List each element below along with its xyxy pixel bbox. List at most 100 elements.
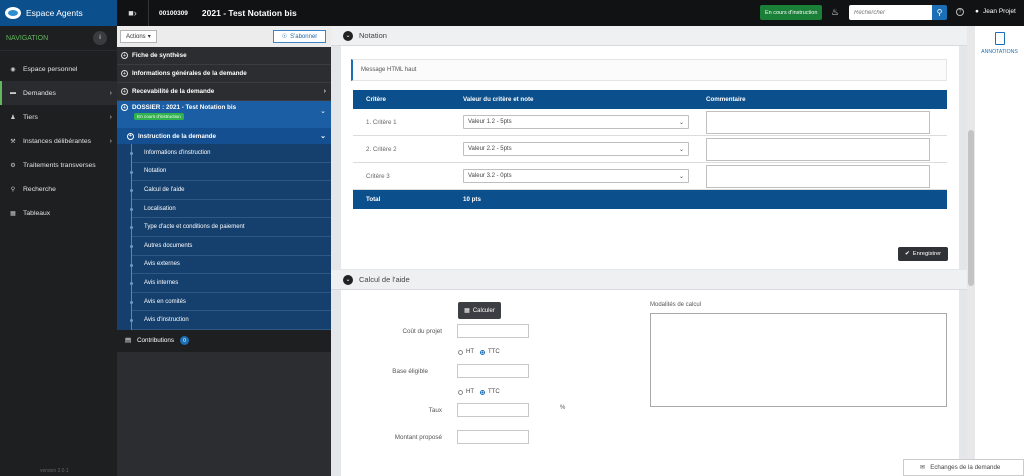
valeur-select[interactable]: Valeur 1.2 - 5pts ⌄ (463, 115, 689, 129)
dossier-title: 2021 - Test Notation bis (201, 8, 297, 18)
sub-item-avis-instruction[interactable]: Avis d'instruction (130, 311, 331, 330)
nav-item-label: Traitements transverses (23, 161, 96, 169)
subscribe-label: S'abonner (290, 33, 318, 40)
chevron-down-icon: ⌄ (320, 133, 326, 140)
calcul-title: Calcul de l'aide (359, 275, 410, 284)
tree-toolbar: Actions ▾ ☉ S'abonner (117, 26, 331, 47)
ttc-radio[interactable] (480, 389, 485, 395)
comment-textarea[interactable] (706, 137, 930, 161)
scroll-thumb[interactable] (968, 130, 974, 286)
chevron-down-icon: ⌄ (320, 108, 326, 115)
calcul-header[interactable]: ⌄ Calcul de l'aide (331, 270, 967, 290)
nav-item-espace-personnel[interactable]: ◉ Espace personnel (0, 57, 117, 81)
tree-item-instruction[interactable]: + Instruction de la demande ⌄ (117, 128, 331, 144)
cout-projet-input[interactable] (457, 324, 529, 338)
sub-item-informations-instruction[interactable]: Informations d'instruction (130, 144, 331, 163)
nav-item-demandes[interactable]: ▬ Demandes › (0, 81, 117, 105)
subscribe-button[interactable]: ☉ S'abonner (273, 30, 326, 43)
nav-item-traitements[interactable]: ⚙ Traitements transverses (0, 153, 117, 177)
plus-circle-icon: + (121, 88, 128, 95)
nav-item-recherche[interactable]: ⚲ Recherche (0, 177, 117, 201)
tree-item-label: Recevabilité de la demande (132, 88, 215, 95)
tree-item-informations-generales[interactable]: + Informations générales de la demande (117, 65, 331, 83)
nav-item-label: Recherche (23, 185, 56, 193)
sub-item-avis-externes[interactable]: Avis externes (130, 256, 331, 275)
comments-icon: ▤ (125, 337, 131, 345)
critere-label: Critère 3 (366, 172, 390, 180)
modalites-textarea[interactable] (650, 313, 947, 407)
brand-name: Espace Agents (26, 8, 83, 18)
sub-item-autres-documents[interactable]: Autres documents (130, 237, 331, 256)
search-button[interactable]: ⚲ (932, 5, 947, 20)
plus-circle-icon: + (127, 132, 134, 140)
folder-icon[interactable]: ■› (117, 0, 149, 26)
taux-input[interactable] (457, 403, 529, 417)
base-eligible-input[interactable] (457, 364, 529, 378)
ht-radio[interactable] (458, 349, 463, 355)
search-input[interactable] (849, 5, 932, 20)
chevron-down-icon: ⌄ (678, 119, 684, 126)
main-scrollbar[interactable] (967, 26, 975, 476)
montant-propose-input[interactable] (457, 430, 529, 444)
users-icon: ♟ (10, 114, 16, 121)
base-eligible-label: Base éligible (392, 368, 428, 375)
tree-item-label: Fiche de synthèse (132, 52, 187, 59)
comment-textarea[interactable] (706, 110, 930, 134)
valeur-select[interactable]: Valeur 3.2 - 0pts ⌄ (463, 169, 689, 183)
actions-label: Actions (126, 33, 146, 40)
calculate-button[interactable]: ▦ Calculer (458, 302, 501, 319)
sub-item-localisation[interactable]: Localisation (130, 200, 331, 219)
status-button[interactable]: En cours d'instruction (760, 5, 823, 20)
nav-item-tableaux[interactable]: ▦ Tableaux (0, 201, 117, 225)
info-icon[interactable]: i (93, 31, 107, 45)
taux-label: Taux (428, 407, 442, 414)
user-menu[interactable]: ● Jean Projet (975, 8, 1016, 15)
tree-item-dossier[interactable]: + DOSSIER : 2021 - Test Notation bis En … (117, 101, 331, 128)
document-icon (995, 32, 1005, 45)
chevron-down-icon: ⌄ (678, 173, 684, 180)
brand[interactable]: Espace Agents (0, 0, 117, 26)
dossier-tree: Actions ▾ ☉ S'abonner + Fiche de synthès… (117, 26, 331, 476)
chevron-right-icon: › (109, 89, 112, 97)
table-row: 1. Critère 1 Valeur 1.2 - 5pts ⌄ (353, 109, 947, 136)
bell-icon[interactable]: ♨ (831, 7, 839, 18)
comment-textarea[interactable] (706, 164, 930, 188)
save-button[interactable]: ✔ Enregistrer (898, 247, 948, 261)
select-value: Valeur 3.2 - 0pts (468, 173, 512, 179)
sub-item-calcul-aide[interactable]: Calcul de l'aide (130, 181, 331, 200)
radio-label: TTC (488, 349, 500, 355)
version-footer: version 2.0.1 (40, 468, 69, 474)
ttc-radio[interactable] (480, 349, 485, 355)
valeur-select[interactable]: Valeur 2.2 - 5pts ⌄ (463, 142, 689, 156)
nav-item-instances[interactable]: ⚒ Instances délibérantes › (0, 129, 117, 153)
nav-item-label: Demandes (23, 89, 56, 97)
top-bar: Espace Agents ■› 00100309 2021 - Test No… (0, 0, 1024, 26)
user-icon: ● (975, 8, 979, 15)
notation-table: Critère Valeur du critère et note Commen… (353, 90, 947, 209)
exchanges-button[interactable]: ✉ Echanges de la demande (903, 459, 1024, 476)
sub-item-avis-internes[interactable]: Avis internes (130, 274, 331, 293)
table-row: Critère 3 Valeur 3.2 - 0pts ⌄ (353, 163, 947, 190)
cout-projet-label: Coût du projet (402, 328, 442, 335)
tree-item-fiche-synthese[interactable]: + Fiche de synthèse (117, 47, 331, 65)
ht-radio[interactable] (458, 389, 463, 395)
sub-item-notation[interactable]: Notation (130, 163, 331, 182)
tree-item-label: Informations générales de la demande (132, 70, 247, 77)
critere-label: 1. Critère 1 (366, 118, 397, 126)
contributions-label: Contributions (136, 337, 175, 345)
eye-icon: ☉ (281, 34, 288, 40)
contributions-item[interactable]: ▤ Contributions 0 (117, 329, 331, 352)
calculate-label: Calculer (472, 307, 495, 314)
column-header: Valeur du critère et note (463, 96, 534, 103)
notation-header[interactable]: ⌄ Notation (331, 26, 967, 46)
nav-item-tiers[interactable]: ♟ Tiers › (0, 105, 117, 129)
table-header: Critère Valeur du critère et note Commen… (353, 90, 947, 109)
sub-item-avis-comites[interactable]: Avis en comités (130, 293, 331, 312)
tree-item-recevabilite[interactable]: + Recevabilité de la demande › (117, 83, 331, 101)
instruction-sub-list: Informations d'instruction Notation Calc… (130, 144, 331, 330)
help-icon[interactable]: ? (956, 8, 964, 16)
gavel-icon: ⚒ (10, 138, 16, 145)
actions-dropdown[interactable]: Actions ▾ (120, 30, 157, 43)
sub-item-type-acte[interactable]: Type d'acte et conditions de paiement (130, 218, 331, 237)
annotations-panel[interactable]: ANNOTATIONS (975, 26, 1024, 476)
